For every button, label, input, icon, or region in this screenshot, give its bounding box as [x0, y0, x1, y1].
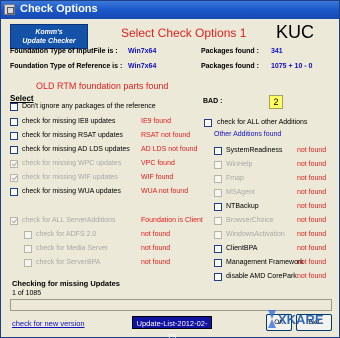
browserchoice-label: BrowserChoice [226, 217, 274, 224]
clientbpa-label: ClientBPA [226, 245, 258, 252]
fmap-label: Fmap [226, 175, 244, 182]
check-options-window: Check Options Komm's Update Checker Sele… [0, 0, 340, 338]
dont-ignore-checkbox[interactable] [10, 103, 18, 111]
disable-amd-corepark-label: disable AMD CorePark. [226, 273, 299, 280]
logo-line-2: Update Checker [22, 38, 76, 45]
media-server-status: not found [141, 245, 171, 252]
foundation-input-value: Win7x64 [128, 48, 157, 55]
media-server-label: check for Media Server [36, 245, 108, 252]
foundation-input-label: Foundation Type of InputFile is : [10, 48, 118, 55]
windowsactivation-checkbox [214, 231, 222, 239]
serverbpa-checkbox [24, 259, 32, 267]
wua-label: check for missing WUA updates [22, 188, 121, 195]
adlds-status: AD LDS not found [141, 146, 198, 153]
packages-found-label-2: Packages found : [201, 63, 259, 70]
other-additions-title: Other Additions found [214, 131, 282, 138]
clientbpa-checkbox[interactable] [214, 245, 222, 253]
systemreadiness-checkbox[interactable] [214, 147, 222, 155]
ntbackup-status: not found [297, 203, 327, 210]
dialog-body: Komm's Update Checker Select Check Optio… [4, 19, 336, 338]
server-additions-status: Foundation is Client [141, 217, 203, 224]
adlds-label: check for missing AD LDS updates [22, 146, 130, 153]
winhelp-status: not found [297, 161, 327, 168]
packages-found-value-1: 341 [271, 48, 283, 55]
clientbpa-status: not found [297, 245, 327, 252]
wua-checkbox[interactable] [10, 188, 18, 196]
bad-count: 2 [269, 95, 283, 109]
winhelp-checkbox [214, 161, 222, 169]
wif-status: WIF found [141, 174, 174, 181]
adfs-label: check for ADFS 2.0 [36, 231, 97, 238]
ie8-checkbox[interactable] [10, 118, 18, 126]
app-icon [4, 4, 15, 15]
old-rtm-warning: OLD RTM foundation parts found [36, 81, 169, 91]
ntbackup-label: NTBackup [226, 203, 259, 210]
wpc-label: check for missing WPC updates [22, 160, 122, 167]
management-framework-checkbox[interactable] [214, 259, 222, 267]
winhelp-label: WinHelp [226, 161, 253, 168]
media-server-checkbox [24, 245, 32, 253]
rsat-status: RSAT not found [141, 132, 191, 139]
foundation-ref-value: Win7x64 [128, 63, 157, 70]
update-list-badge: Update-List-2012-02-29 [132, 316, 212, 338]
msagent-label: MSAgent [226, 189, 255, 196]
msagent-status: not found [297, 189, 327, 196]
xkare-watermark: XKARE [268, 310, 324, 328]
adfs-checkbox [24, 231, 32, 239]
all-other-checkbox[interactable] [204, 119, 212, 127]
logo-line-1: Komm's [35, 29, 63, 36]
wpc-checkbox [10, 160, 18, 168]
ie8-status: IE9 found [141, 118, 171, 125]
windowsactivation-label: WindowsActivation [226, 231, 285, 238]
fmap-status: not found [297, 175, 327, 182]
browserchoice-checkbox [214, 217, 222, 225]
server-additions-label: check for ALL ServerAdditions [22, 217, 116, 224]
browserchoice-status: not found [297, 217, 327, 224]
foundation-ref-label: Foundation Type of Reference is : [10, 63, 123, 70]
ntbackup-checkbox[interactable] [214, 203, 222, 211]
serverbpa-status: not found [141, 259, 171, 266]
progress-title: Checking for missing Updates [12, 279, 120, 288]
server-additions-checkbox [10, 217, 18, 225]
management-framework-status: not found [297, 259, 327, 266]
wua-status: WUA not found [141, 188, 189, 195]
check-version-link[interactable]: check for new version [12, 319, 85, 328]
bad-label: BAD : [203, 98, 223, 105]
watermark-text: XKARE [278, 312, 324, 327]
select-heading: Select [10, 94, 34, 103]
systemreadiness-label: SystemReadiness [226, 147, 283, 154]
kuc-logo: Komm's Update Checker [10, 24, 88, 49]
disable-amd-corepark-checkbox[interactable] [214, 273, 222, 281]
window-title: Check Options [20, 3, 98, 15]
brand-text: KUC [276, 22, 315, 42]
msagent-checkbox [214, 189, 222, 197]
wpc-status: VPC found [141, 160, 175, 167]
progress-counter: 1 of 1085 [12, 290, 42, 297]
dont-ignore-label: Don't ignore any packages of the referen… [22, 103, 156, 110]
page-title: Select Check Options 1 [121, 26, 247, 40]
adlds-checkbox[interactable] [10, 146, 18, 154]
windowsactivation-status: not found [297, 231, 327, 238]
title-bar: Check Options [1, 1, 339, 19]
disable-amd-corepark-status: not found [297, 273, 327, 280]
packages-found-label-1: Packages found : [201, 48, 259, 55]
systemreadiness-status: not found [297, 147, 327, 154]
rsat-checkbox[interactable] [10, 132, 18, 140]
all-other-label: check for ALL other Additions [217, 119, 308, 126]
ie8-label: check for missing IE8 updates [22, 118, 116, 125]
management-framework-label: Management Framework [226, 259, 304, 266]
wif-checkbox [10, 174, 18, 182]
fmap-checkbox [214, 175, 222, 183]
serverbpa-label: check for ServerBPA [36, 259, 101, 266]
packages-found-value-2: 1075 + 10 - 0 [271, 63, 313, 70]
adfs-status: not found [141, 231, 171, 238]
rsat-label: check for missing RSAT updates [22, 132, 123, 139]
wif-label: check for missing WIF updates [22, 174, 118, 181]
